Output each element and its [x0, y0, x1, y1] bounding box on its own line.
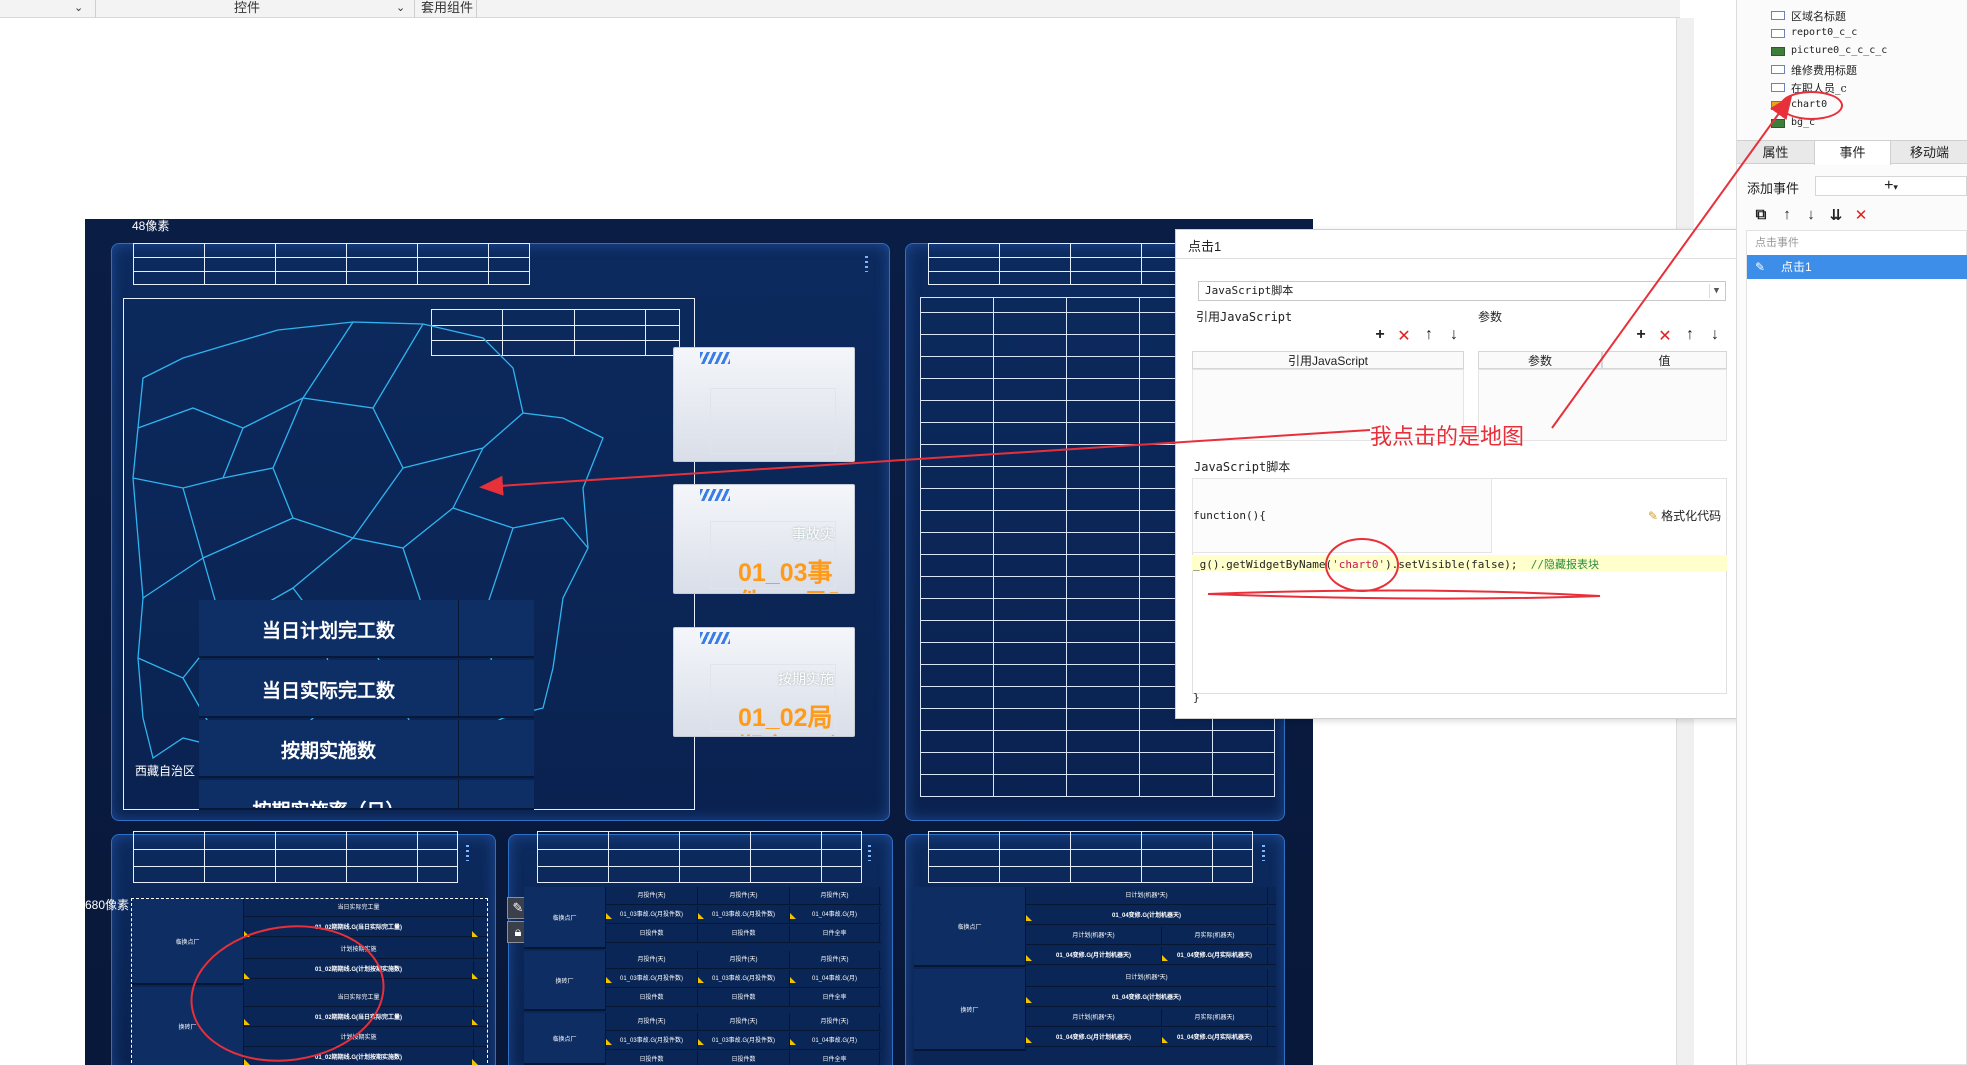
annotation-arrow [1551, 94, 1793, 429]
annotation-text: 我点击的是地图 [1370, 424, 1525, 449]
annotation-overlay [479, 94, 1793, 600]
annotation-underline [1207, 589, 1601, 600]
annotation-arrow [479, 429, 1371, 496]
